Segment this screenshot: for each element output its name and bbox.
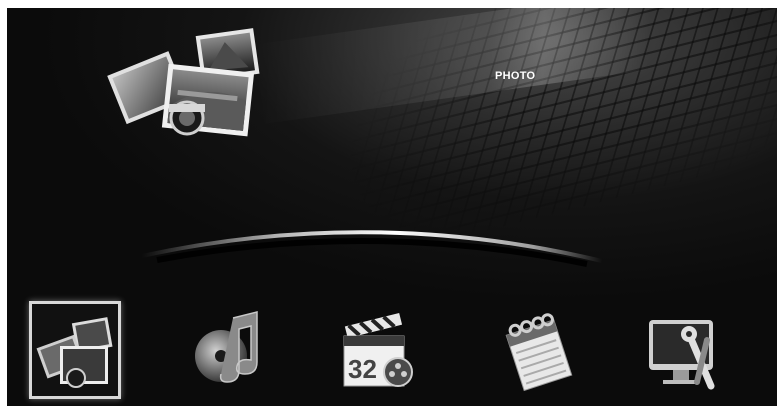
menu-item-photo[interactable] xyxy=(29,301,121,399)
calendar-day-number: 32 xyxy=(348,354,377,384)
calendar-icon xyxy=(505,313,573,392)
photo-icon xyxy=(32,304,118,396)
page-title: PHOTO xyxy=(495,70,536,82)
menu-item-calendar[interactable] xyxy=(493,300,585,396)
menu-item-music[interactable] xyxy=(185,300,277,396)
menu-item-settings[interactable] xyxy=(639,300,731,396)
movie-icon: 32 xyxy=(343,312,413,387)
settings-icon xyxy=(649,320,715,390)
home-screen: PHOTO 32 xyxy=(7,8,777,406)
music-icon xyxy=(195,311,258,383)
menu-item-movie[interactable]: 32 xyxy=(332,300,424,396)
photo-stack-icon xyxy=(107,28,260,137)
